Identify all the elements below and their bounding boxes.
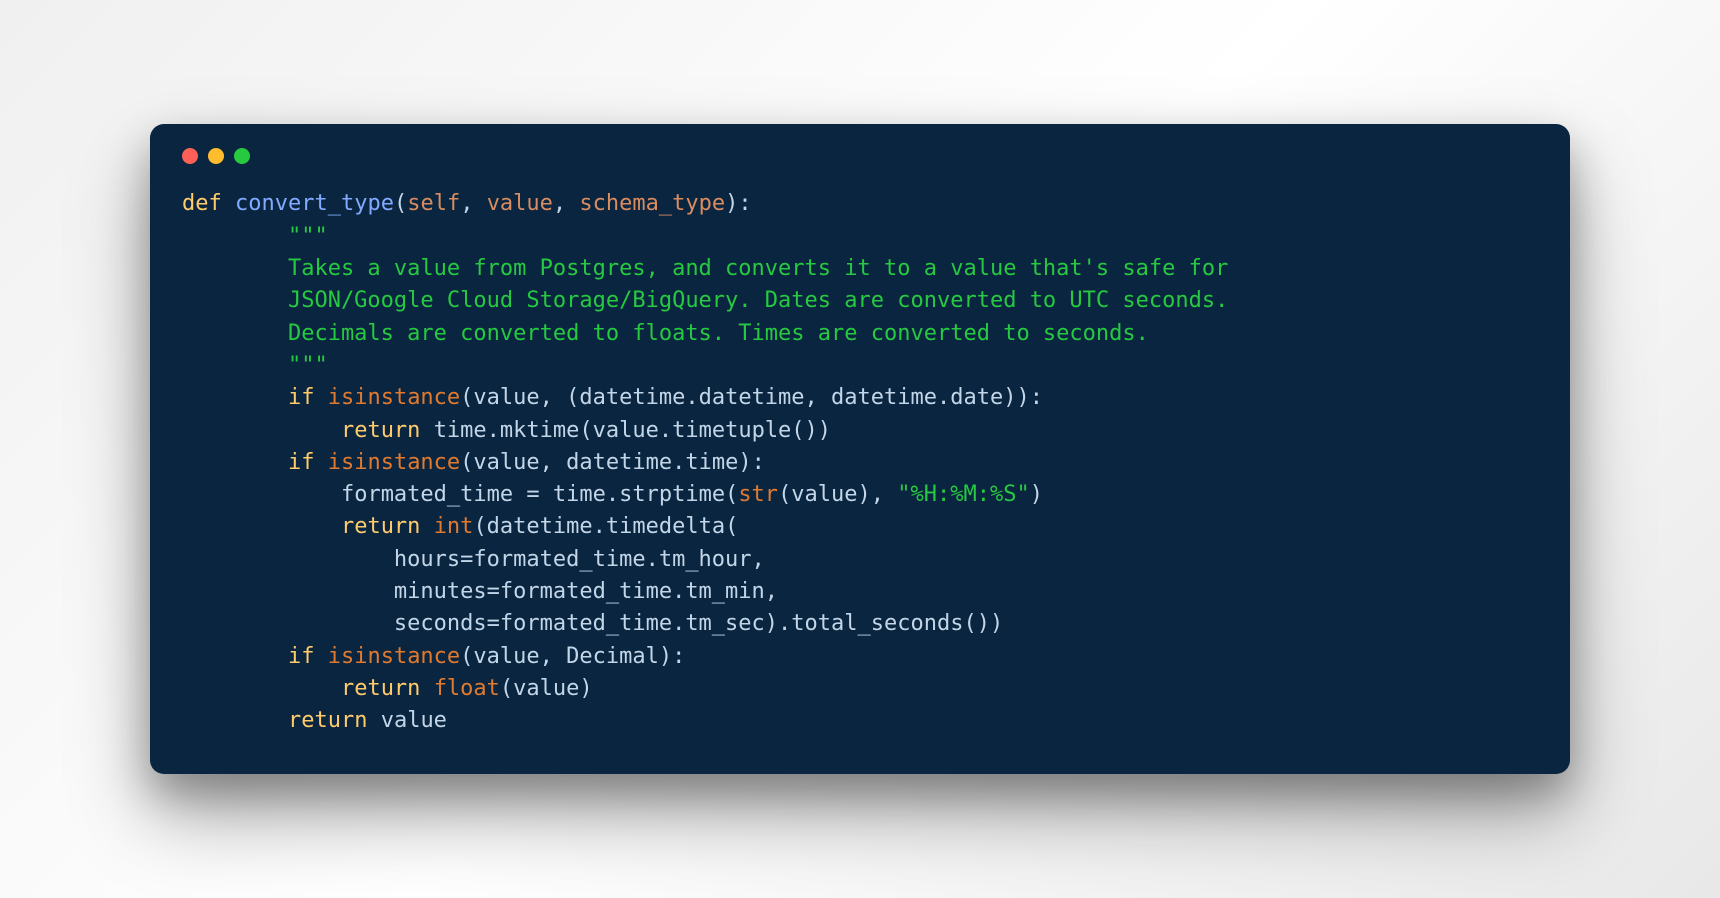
space [314, 644, 327, 669]
docstring-line: Decimals are converted to floats. Times … [182, 321, 1149, 346]
keyword-if: if [288, 450, 315, 475]
indent [182, 676, 341, 701]
keyword-return: return [341, 418, 420, 443]
indent [182, 482, 341, 507]
indent [182, 418, 341, 443]
space [314, 450, 327, 475]
code-text: hours=formated_time.tm_hour, [182, 547, 765, 572]
docstring-line: JSON/Google Cloud Storage/BigQuery. Date… [182, 288, 1228, 313]
indent [182, 514, 341, 539]
function-name: convert_type [235, 191, 394, 216]
keyword-def: def [182, 191, 222, 216]
builtin-str: str [738, 482, 778, 507]
indent [182, 450, 288, 475]
indent [182, 385, 288, 410]
paren-close: ) [1030, 482, 1043, 507]
builtin-float: float [434, 676, 500, 701]
code-text: (datetime.timedelta( [473, 514, 738, 539]
code-text: (value, Decimal): [460, 644, 685, 669]
code-text: (value, datetime.time): [460, 450, 765, 475]
code-text: (value, (datetime.datetime, datetime.dat… [460, 385, 1043, 410]
code-text: formated_time = time.strptime( [341, 482, 738, 507]
param-schema-type: schema_type [579, 191, 725, 216]
code-text: (value) [500, 676, 593, 701]
code-text: value [381, 708, 447, 733]
string-literal: "%H:%M:%S" [897, 482, 1029, 507]
code-window: def convert_type(self, value, schema_typ… [150, 124, 1570, 774]
indent [182, 708, 288, 733]
code-block: def convert_type(self, value, schema_typ… [182, 188, 1538, 738]
docstring-close: """ [182, 353, 328, 378]
space [420, 676, 433, 701]
keyword-return: return [341, 676, 420, 701]
indent [182, 644, 288, 669]
code-text: minutes=formated_time.tm_min, [182, 579, 778, 604]
keyword-return: return [341, 514, 420, 539]
space [420, 514, 433, 539]
builtin-isinstance: isinstance [328, 644, 460, 669]
space [314, 385, 327, 410]
code-text: time.mktime(value.timetuple()) [434, 418, 831, 443]
code-text: seconds=formated_time.tm_sec).total_seco… [182, 611, 1003, 636]
comma: , [460, 191, 487, 216]
paren: ( [394, 191, 407, 216]
traffic-lights [182, 148, 1538, 164]
space [420, 418, 433, 443]
builtin-int: int [434, 514, 474, 539]
builtin-isinstance: isinstance [328, 385, 460, 410]
minimize-icon [208, 148, 224, 164]
paren-close: ): [725, 191, 752, 216]
maximize-icon [234, 148, 250, 164]
space [367, 708, 380, 733]
docstring-line: Takes a value from Postgres, and convert… [182, 256, 1228, 281]
param-value: value [487, 191, 553, 216]
code-text: (value), [778, 482, 897, 507]
param-self: self [407, 191, 460, 216]
keyword-return: return [288, 708, 367, 733]
keyword-if: if [288, 385, 315, 410]
close-icon [182, 148, 198, 164]
builtin-isinstance: isinstance [328, 450, 460, 475]
docstring-open: """ [182, 224, 328, 249]
keyword-if: if [288, 644, 315, 669]
comma: , [553, 191, 580, 216]
